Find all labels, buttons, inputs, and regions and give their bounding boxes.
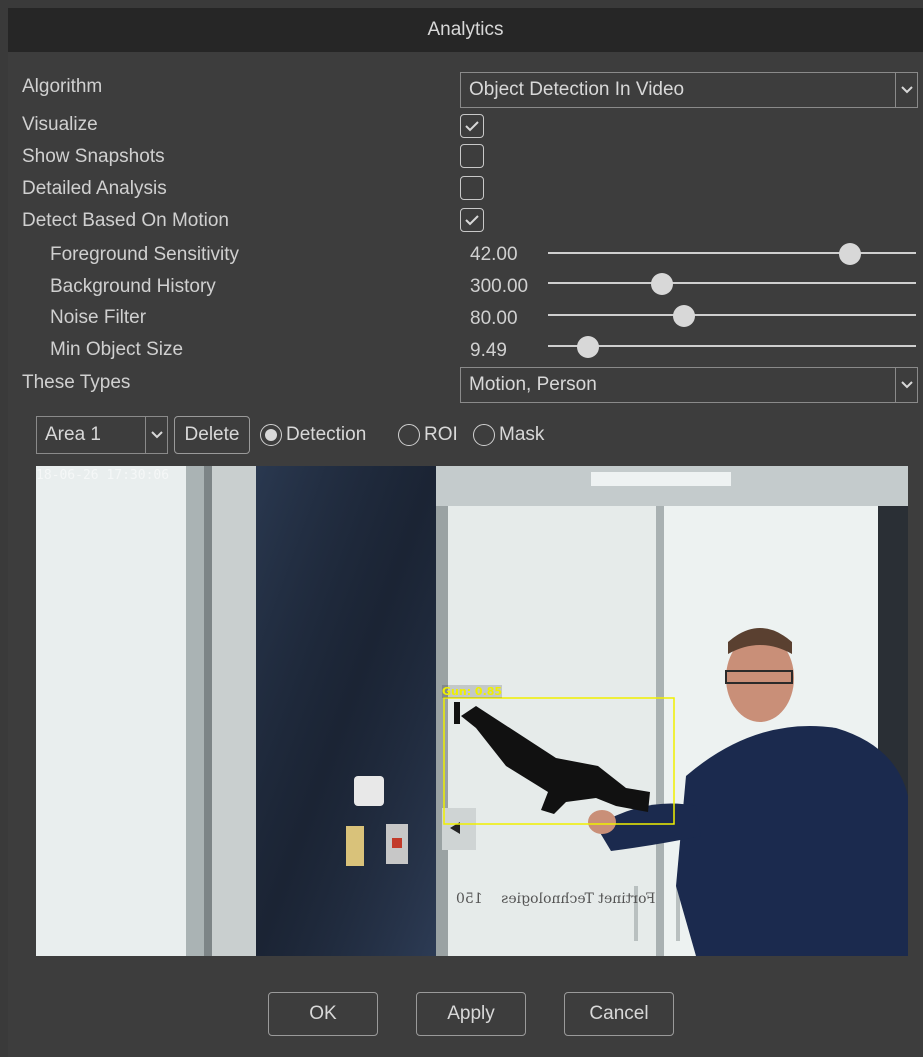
wall-signage-number: 150 [456, 891, 483, 907]
detect-motion-checkbox[interactable] [460, 208, 484, 232]
min-object-size-slider[interactable] [548, 336, 916, 358]
min-object-size-label: Min Object Size [50, 339, 184, 360]
noise-filter-value: 80.00 [470, 308, 518, 329]
slider-track [548, 252, 916, 254]
types-select[interactable]: Motion, Person [460, 367, 918, 403]
slider-thumb[interactable] [651, 273, 674, 295]
checkmark-icon [465, 215, 479, 226]
algorithm-label: Algorithm [22, 76, 103, 97]
wall-signage-text: Fortinet Technologies 150 [456, 891, 655, 907]
detailed-analysis-checkbox[interactable] [460, 176, 484, 200]
slider-thumb[interactable] [673, 305, 696, 327]
detection-label: Gun: 0.85 [442, 685, 503, 698]
foreground-sensitivity-label: Foreground Sensitivity [50, 244, 240, 265]
background-history-label: Background History [50, 276, 216, 297]
area-select-value: Area 1 [45, 424, 101, 445]
foreground-sensitivity-value: 42.00 [470, 244, 518, 265]
radio-dot [265, 429, 277, 441]
background-history-value: 300.00 [470, 276, 529, 297]
algorithm-select-value: Object Detection In Video [469, 79, 685, 100]
radio-mask-label: Mask [499, 424, 545, 445]
noise-filter-label: Noise Filter [50, 307, 147, 328]
foreground-sensitivity-slider[interactable] [548, 243, 916, 265]
cancel-button[interactable]: Cancel [564, 992, 674, 1036]
radio-detection-label: Detection [286, 424, 367, 445]
apply-button[interactable]: Apply [416, 992, 526, 1036]
window-title: Analytics [427, 19, 504, 40]
visualize-checkbox[interactable] [460, 114, 484, 138]
radio-mask[interactable]: Mask [473, 424, 544, 446]
wall-signage-company: Fortinet Technologies [501, 891, 656, 907]
algorithm-select[interactable]: Object Detection In Video [460, 72, 918, 108]
video-frame-image [36, 466, 908, 956]
window-titlebar: Analytics [8, 8, 923, 52]
delete-button[interactable]: Delete [174, 416, 250, 454]
chevron-down-icon [895, 368, 917, 402]
video-timestamp: 18-06-26 17:30:06 [36, 468, 170, 483]
slider-track [548, 345, 916, 347]
visualize-label: Visualize [22, 114, 98, 135]
types-select-value: Motion, Person [469, 374, 597, 395]
radio-circle [260, 424, 282, 446]
slider-thumb[interactable] [838, 243, 861, 265]
show-snapshots-checkbox[interactable] [460, 144, 484, 168]
detailed-analysis-label: Detailed Analysis [22, 178, 167, 199]
radio-roi[interactable]: ROI [398, 424, 458, 446]
slider-track [548, 314, 916, 316]
video-preview[interactable]: 18-06-26 17:30:06 Gun: 0.85 Fortinet Tec… [36, 466, 908, 956]
radio-detection[interactable]: Detection [260, 424, 366, 446]
radio-roi-label: ROI [424, 424, 458, 445]
ok-button[interactable]: OK [268, 992, 378, 1036]
area-select[interactable]: Area 1 [36, 416, 168, 454]
chevron-down-icon [145, 417, 167, 453]
radio-circle [398, 424, 420, 446]
slider-thumb[interactable] [577, 336, 600, 358]
min-object-size-value: 9.49 [470, 340, 507, 361]
radio-circle [473, 424, 495, 446]
background-history-slider[interactable] [548, 273, 916, 295]
show-snapshots-label: Show Snapshots [22, 146, 165, 167]
these-types-label: These Types [22, 372, 131, 393]
chevron-down-icon [895, 73, 917, 107]
detect-motion-label: Detect Based On Motion [22, 210, 229, 231]
slider-track [548, 282, 916, 284]
noise-filter-slider[interactable] [548, 305, 916, 327]
checkmark-icon [465, 121, 479, 132]
